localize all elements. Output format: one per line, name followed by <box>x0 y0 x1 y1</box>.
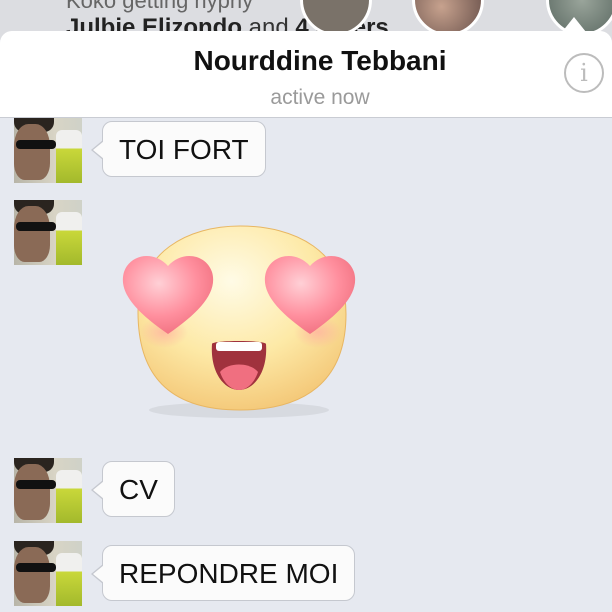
bottle-icon <box>56 470 82 523</box>
sender-avatar[interactable] <box>14 118 82 183</box>
message-bubble[interactable]: CV <box>91 461 175 517</box>
avatar-face <box>14 547 50 603</box>
info-icon[interactable]: i <box>564 53 604 93</box>
sender-avatar[interactable] <box>14 200 82 265</box>
sunglasses-icon <box>16 222 56 231</box>
feed-line-1: Koko getting hyphy <box>66 0 254 13</box>
avatar-face <box>14 206 50 262</box>
avatar-face <box>14 464 50 520</box>
heart-eyes-emoji-sticker[interactable] <box>118 222 360 422</box>
avatar-face <box>14 124 50 180</box>
contact-name[interactable]: Nourddine Tebbani <box>0 45 612 77</box>
message-bubble[interactable]: TOI FORT <box>91 121 266 177</box>
bottle-icon <box>56 130 82 183</box>
sender-avatar[interactable] <box>14 458 82 523</box>
sender-avatar[interactable] <box>14 541 82 606</box>
message-bubble[interactable]: REPONDRE MOI <box>90 545 356 601</box>
bottle-icon <box>56 212 82 265</box>
presence-status: active now <box>270 86 370 109</box>
bottle-icon <box>56 553 82 606</box>
sunglasses-icon <box>16 480 56 489</box>
sunglasses-icon <box>16 563 56 572</box>
header-notch <box>562 17 586 32</box>
chat-header: Nourddine Tebbani active now i <box>0 31 612 118</box>
sunglasses-icon <box>16 140 56 149</box>
